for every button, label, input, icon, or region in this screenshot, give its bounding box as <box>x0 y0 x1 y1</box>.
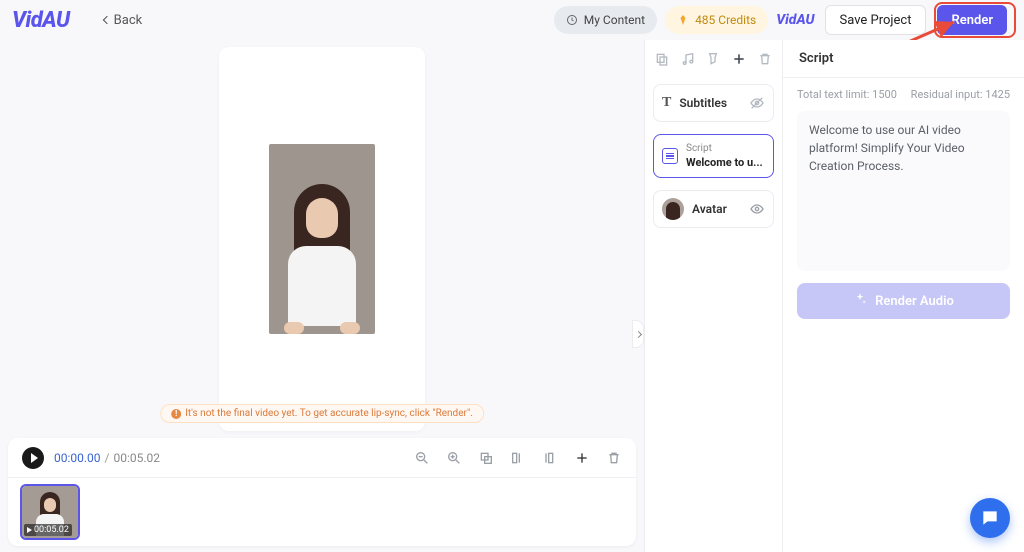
credits-pill: 485 Credits <box>665 6 768 34</box>
info-icon: ! <box>171 409 181 419</box>
text-icon: T <box>662 95 671 111</box>
add-clip-icon[interactable] <box>574 450 590 466</box>
filter-layer-icon[interactable] <box>705 50 723 68</box>
chat-icon <box>980 508 1000 528</box>
credits-label: 485 Credits <box>695 13 756 27</box>
brand-mini-logo: VidAU <box>776 12 814 28</box>
avatar-thumbnail-icon <box>662 198 684 220</box>
script-textarea[interactable]: Welcome to use our AI video platform! Si… <box>797 111 1010 271</box>
zoom-in-icon[interactable] <box>446 450 462 466</box>
visibility-off-icon[interactable] <box>749 95 765 111</box>
preview-warning-text: It's not the final video yet. To get acc… <box>185 408 473 419</box>
chevron-right-icon <box>634 330 641 337</box>
chevron-left-icon <box>102 16 110 24</box>
layer-subtitles[interactable]: T Subtitles <box>653 84 774 122</box>
layer-avatar-label: Avatar <box>692 202 727 216</box>
timeline-panel: 00:00.00/00:05.02 <box>8 438 636 546</box>
current-time: 00:00.00 <box>54 451 101 465</box>
clip-duration-badge: 00:05.02 <box>24 524 72 536</box>
my-content-label: My Content <box>584 13 645 27</box>
visibility-on-icon[interactable] <box>749 201 765 217</box>
timeline-time-display: 00:00.00/00:05.02 <box>54 451 160 465</box>
diamond-icon <box>677 14 689 26</box>
play-icon <box>27 527 32 533</box>
residual-input: Residual input: 1425 <box>911 88 1010 101</box>
render-button[interactable]: Render <box>937 5 1007 35</box>
my-content-button[interactable]: My Content <box>554 6 657 34</box>
split-right-icon[interactable] <box>542 450 558 466</box>
script-panel-title: Script <box>783 40 1024 78</box>
layer-script-small-label: Script <box>686 143 763 154</box>
back-label: Back <box>114 13 143 28</box>
music-layer-icon[interactable] <box>679 50 697 68</box>
render-audio-button[interactable]: Render Audio <box>797 283 1010 319</box>
crop-icon[interactable] <box>478 450 494 466</box>
play-icon <box>31 453 38 463</box>
support-chat-button[interactable] <box>970 498 1010 538</box>
total-text-limit: Total text limit: 1500 <box>797 88 897 101</box>
delete-layer-icon[interactable] <box>756 50 774 68</box>
zoom-out-icon[interactable] <box>414 450 430 466</box>
copy-layer-icon[interactable] <box>653 50 671 68</box>
layer-script[interactable]: Script Welcome to u... <box>653 134 774 178</box>
back-button[interactable]: Back <box>104 13 143 28</box>
play-button[interactable] <box>22 447 44 469</box>
sparkle-icon <box>853 292 867 310</box>
save-project-button[interactable]: Save Project <box>825 5 927 35</box>
split-left-icon[interactable] <box>510 450 526 466</box>
clock-icon <box>566 14 578 26</box>
layer-avatar[interactable]: Avatar <box>653 190 774 228</box>
panel-collapse-toggle[interactable] <box>632 320 644 348</box>
render-audio-label: Render Audio <box>875 294 954 309</box>
video-canvas[interactable]: ! It's not the final video yet. To get a… <box>219 47 425 431</box>
avatar-preview <box>269 144 375 334</box>
duration: 00:05.02 <box>114 451 161 465</box>
render-button-highlight: Render <box>934 2 1016 38</box>
timeline-clip[interactable]: 00:05.02 <box>20 484 80 540</box>
preview-warning: ! It's not the final video yet. To get a… <box>160 404 484 423</box>
script-icon <box>662 148 678 164</box>
layer-subtitles-label: Subtitles <box>679 96 727 110</box>
app-logo: VidAU <box>12 8 70 33</box>
add-layer-icon[interactable] <box>730 50 748 68</box>
layer-script-preview: Welcome to u... <box>686 156 763 169</box>
delete-clip-icon[interactable] <box>606 450 622 466</box>
